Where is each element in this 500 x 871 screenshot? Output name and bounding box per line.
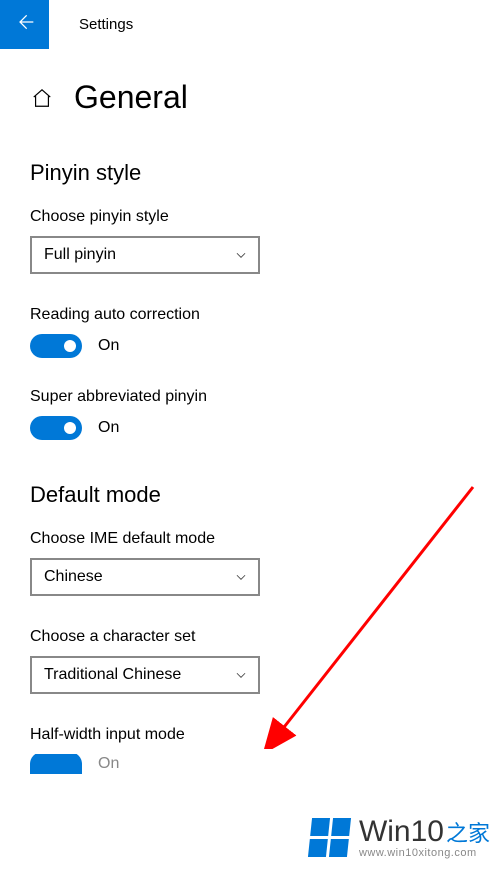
super-abbrev-label: Super abbreviated pinyin [30,388,470,406]
watermark-brand1: Win10 [359,815,444,849]
section-header-pinyin: Pinyin style [30,160,470,186]
charset-dropdown[interactable]: Traditional Chinese [30,656,260,694]
watermark-text: Win10 之家 www.win10xitong.com [359,815,490,859]
back-button[interactable] [0,0,49,49]
watermark-url: www.win10xitong.com [359,847,477,859]
chevron-down-icon [234,668,248,682]
windows-logo-icon [308,818,351,857]
ime-default-dropdown[interactable]: Chinese [30,558,260,596]
halfwidth-state: On [98,755,119,773]
super-abbrev-toggle[interactable] [30,416,82,440]
super-abbrev-row: On [30,416,470,440]
halfwidth-row: On [30,754,470,774]
content-area: General Pinyin style Choose pinyin style… [0,49,500,774]
charset-value: Traditional Chinese [44,666,181,684]
watermark-brand2: 之家 [446,816,490,848]
reading-correction-toggle[interactable] [30,334,82,358]
choose-pinyin-dropdown[interactable]: Full pinyin [30,236,260,274]
reading-correction-label: Reading auto correction [30,306,470,324]
ime-default-value: Chinese [44,568,103,586]
page-title: General [74,79,188,116]
halfwidth-label: Half-width input mode [30,726,470,744]
chevron-down-icon [234,248,248,262]
charset-label: Choose a character set [30,628,470,646]
chevron-down-icon [234,570,248,584]
choose-pinyin-label: Choose pinyin style [30,208,470,226]
halfwidth-toggle[interactable] [30,754,82,774]
section-header-default: Default mode [30,482,470,508]
ime-default-label: Choose IME default mode [30,530,470,548]
page-header: General [30,79,470,116]
reading-correction-row: On [30,334,470,358]
choose-pinyin-value: Full pinyin [44,246,116,264]
super-abbrev-state: On [98,419,119,437]
titlebar: Settings [0,0,500,49]
reading-correction-state: On [98,337,119,355]
home-icon[interactable] [30,86,54,110]
app-title: Settings [49,16,133,33]
arrow-left-icon [15,12,35,37]
watermark: Win10 之家 www.win10xitong.com [310,815,490,859]
